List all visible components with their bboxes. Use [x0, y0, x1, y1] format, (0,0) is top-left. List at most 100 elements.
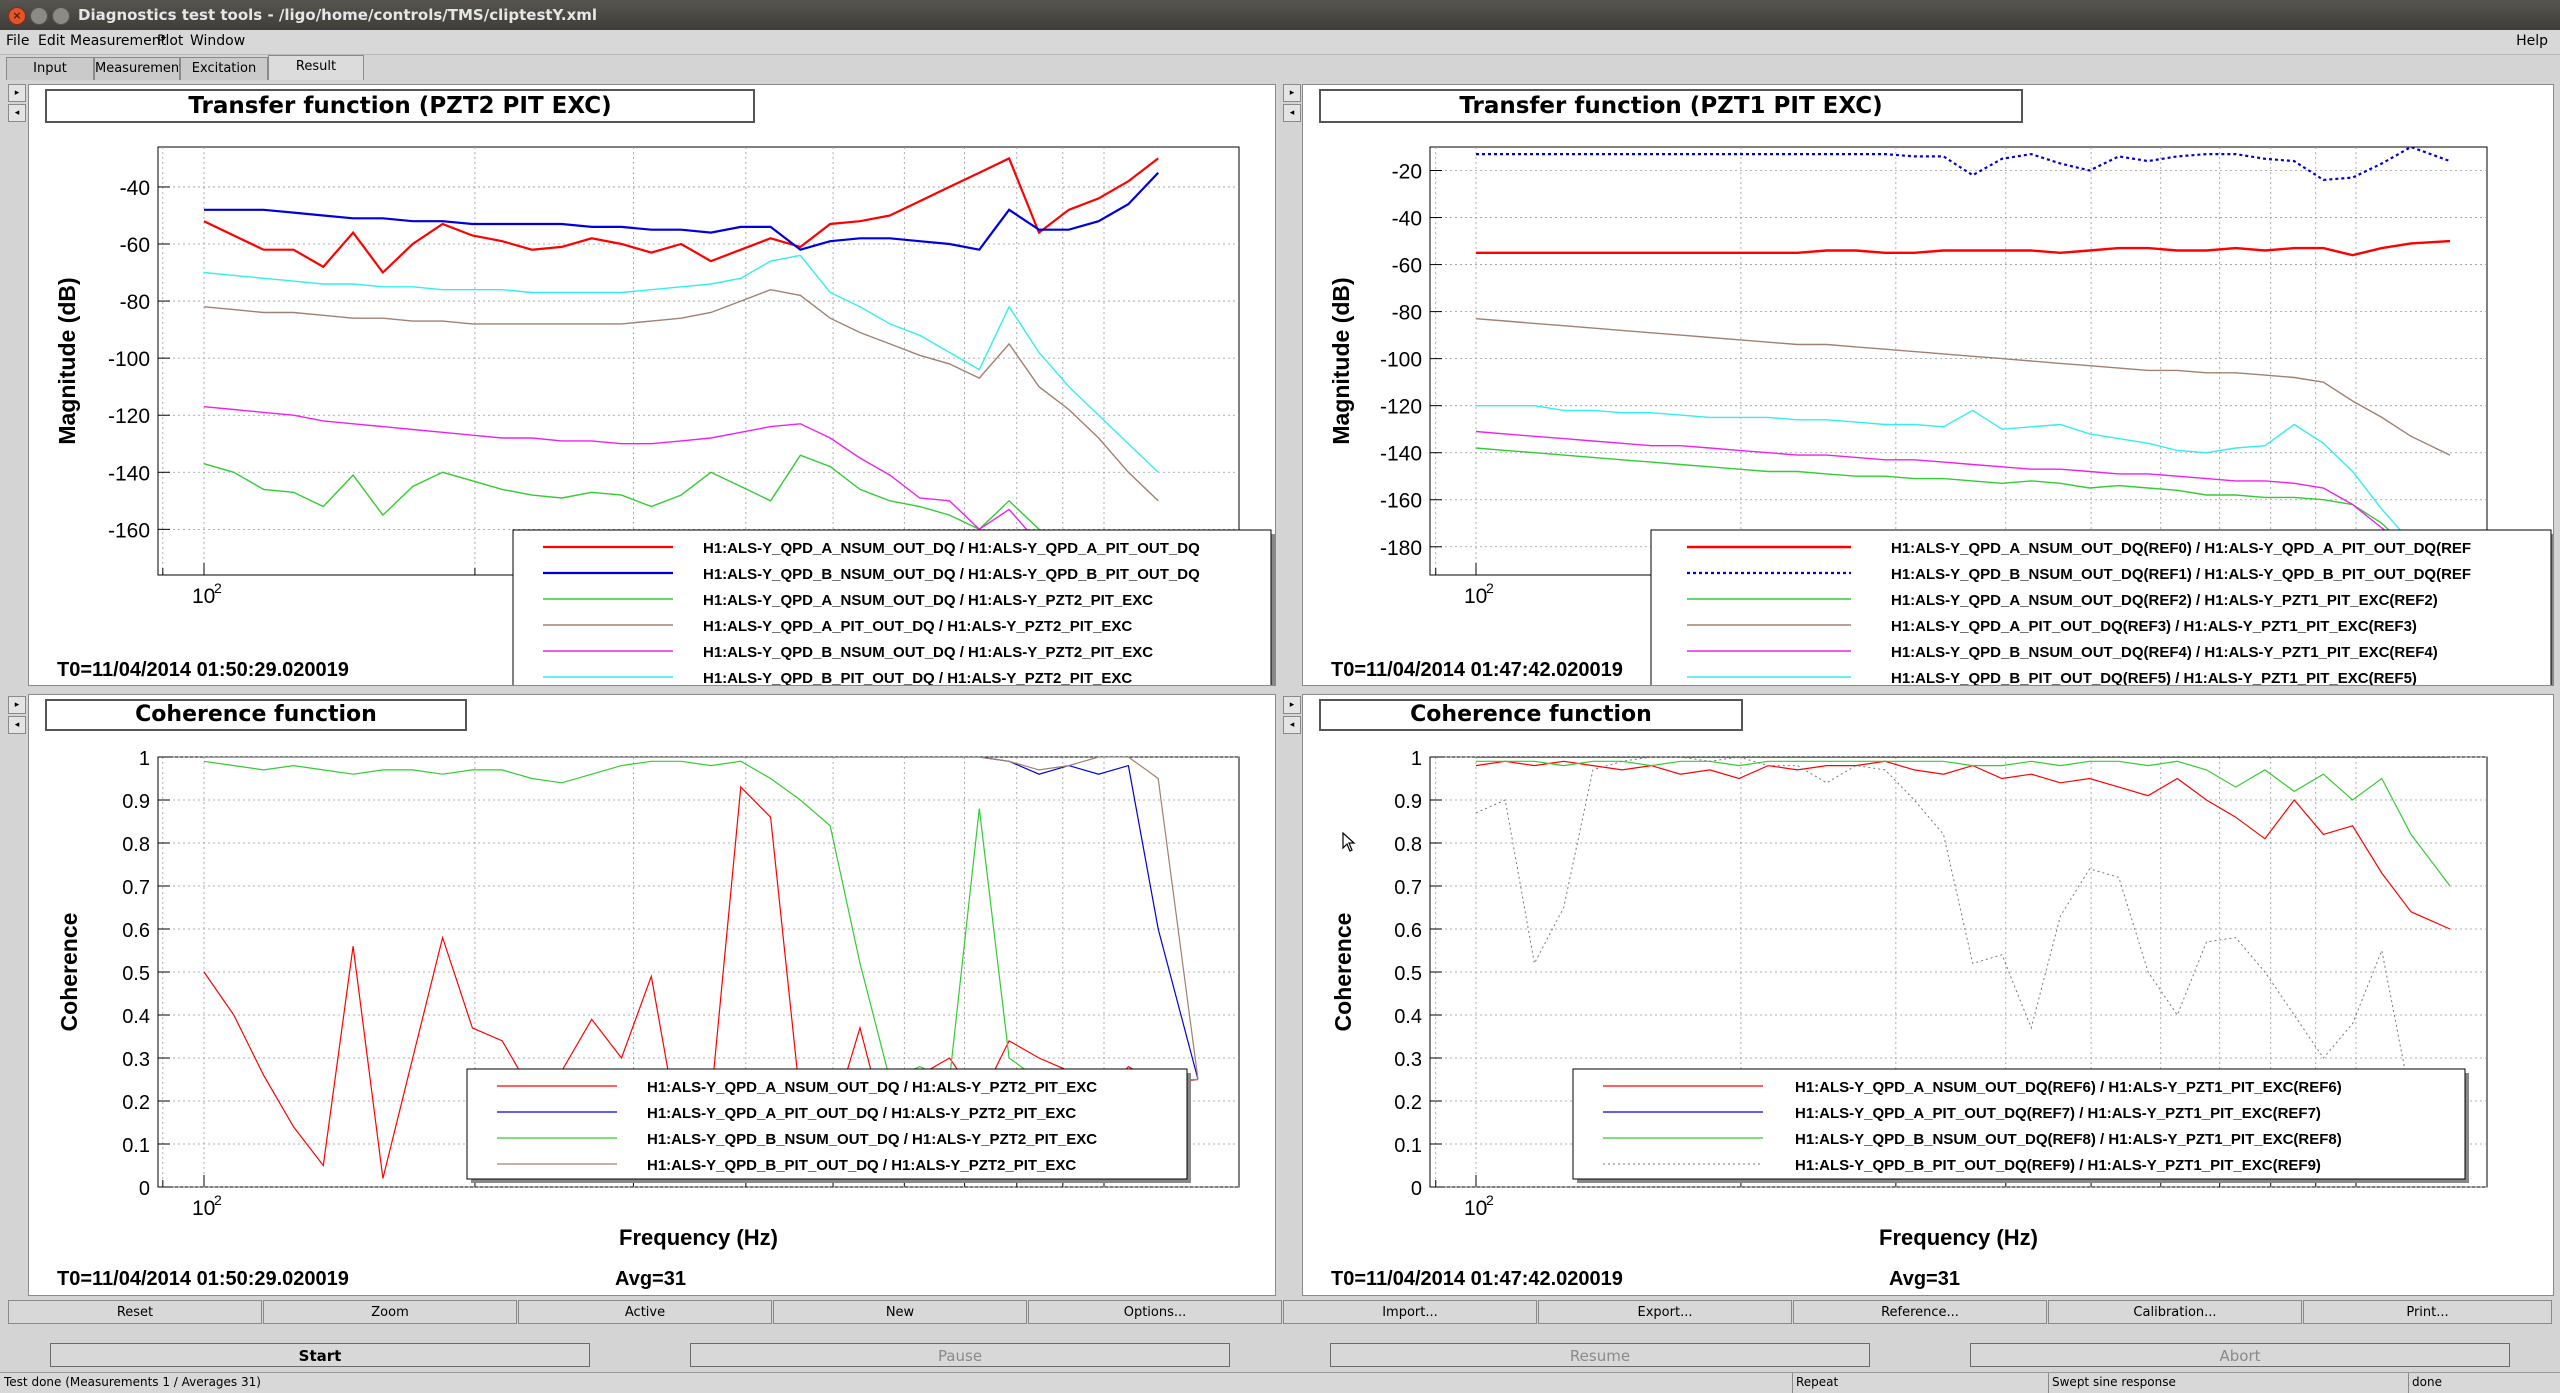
- menu-plot[interactable]: Plot: [157, 33, 183, 49]
- y-tick-label: -140: [1380, 443, 1422, 466]
- zoom-button[interactable]: Zoom: [263, 1300, 517, 1324]
- y-tick-label: 0.9: [122, 791, 150, 813]
- y-tick-label: 0.3: [1394, 1049, 1422, 1071]
- legend-entry: H1:ALS-Y_QPD_B_PIT_OUT_DQ / H1:ALS-Y_PZT…: [703, 670, 1132, 685]
- new-button[interactable]: New: [773, 1300, 1027, 1324]
- pad-scroll-left-icon[interactable]: ◂: [1283, 104, 1301, 122]
- pad-scroll-left-icon[interactable]: ◂: [8, 104, 26, 122]
- legend-entry: H1:ALS-Y_QPD_B_NSUM_OUT_DQ(REF1) / H1:AL…: [1891, 566, 2471, 583]
- plot-pad-arrows-br: ▸ ◂: [1283, 696, 1301, 736]
- t0-label: T0=11/04/2014 01:47:42.020019: [1331, 659, 1623, 681]
- y-tick-label: 0.1: [122, 1135, 150, 1157]
- plot-frame: [157, 146, 1240, 576]
- pad-scroll-right-icon[interactable]: ▸: [1283, 84, 1301, 102]
- transfer-function-pzt2-panel[interactable]: Transfer function (PZT2 PIT EXC) -40 -60-…: [28, 84, 1276, 686]
- y-axis-label: Coherence: [56, 913, 82, 1032]
- pad-scroll-left-icon[interactable]: ◂: [1283, 716, 1301, 734]
- menu-measurement[interactable]: Measurement: [70, 33, 166, 49]
- y-tick-label: 0.8: [122, 834, 150, 856]
- legend-entry: H1:ALS-Y_QPD_B_NSUM_OUT_DQ / H1:ALS-Y_PZ…: [703, 644, 1153, 661]
- legend-entry: H1:ALS-Y_QPD_A_PIT_OUT_DQ(REF7) / H1:ALS…: [1795, 1105, 2321, 1122]
- y-tick-label: -180: [1380, 537, 1422, 560]
- y-tick-label: -160: [108, 519, 150, 542]
- status-divider: [1792, 1373, 1793, 1393]
- plot-pad-arrows-bl: ▸ ◂: [8, 696, 26, 736]
- y-tick-label: 0: [139, 1178, 150, 1200]
- legend-entry: H1:ALS-Y_QPD_B_NSUM_OUT_DQ(REF8) / H1:AL…: [1795, 1131, 2342, 1148]
- options-button[interactable]: Options...: [1028, 1300, 1282, 1324]
- t0-label: T0=11/04/2014 01:50:29.020019: [57, 1268, 349, 1290]
- legend-entry: H1:ALS-Y_QPD_A_PIT_OUT_DQ(REF3) / H1:ALS…: [1891, 618, 2417, 635]
- transfer-function-pzt1-panel[interactable]: Transfer function (PZT1 PIT EXC) -20 -40-…: [1302, 84, 2554, 686]
- y-tick-label: -40: [1392, 208, 1422, 231]
- pause-button[interactable]: Pause: [690, 1343, 1230, 1367]
- tab-measurement[interactable]: Measurement: [94, 57, 184, 80]
- reference-button[interactable]: Reference...: [1793, 1300, 2047, 1324]
- y-tick-label: -100: [1380, 349, 1422, 372]
- y-tick-label: -160: [1380, 490, 1422, 513]
- avg-label: Avg=31: [1889, 1268, 1960, 1290]
- pad-scroll-right-icon[interactable]: ▸: [8, 696, 26, 714]
- minimize-window-icon[interactable]: [30, 7, 48, 25]
- menu-help[interactable]: Help: [2516, 33, 2548, 49]
- y-tick-label: -60: [1392, 255, 1422, 278]
- legend-entry: H1:ALS-Y_QPD_B_PIT_OUT_DQ / H1:ALS-Y_PZT…: [647, 1157, 1076, 1174]
- reset-button[interactable]: Reset: [8, 1300, 262, 1324]
- x-tick-label: 10: [1464, 585, 1487, 608]
- window-title: Diagnostics test tools - /ligo/home/cont…: [78, 6, 598, 24]
- print-button[interactable]: Print...: [2303, 1300, 2552, 1324]
- pad-scroll-right-icon[interactable]: ▸: [8, 84, 26, 102]
- tab-bar: Input Measurement Excitation Result: [0, 55, 2560, 81]
- x-tick-label: 10: [192, 1197, 215, 1220]
- import-button[interactable]: Import...: [1283, 1300, 1537, 1324]
- active-button[interactable]: Active: [518, 1300, 772, 1324]
- y-tick-label: 0.9: [1394, 791, 1422, 813]
- y-tick-label: 0.2: [122, 1092, 150, 1114]
- start-button[interactable]: Start: [50, 1343, 590, 1367]
- y-tick-label: 0.4: [1394, 1006, 1422, 1028]
- maximize-window-icon[interactable]: [52, 7, 70, 25]
- legend-entry: H1:ALS-Y_QPD_A_PIT_OUT_DQ / H1:ALS-Y_PZT…: [647, 1105, 1076, 1122]
- y-tick-label: 0.4: [122, 1006, 150, 1028]
- tab-excitation[interactable]: Excitation: [180, 57, 268, 80]
- pad-scroll-right-icon[interactable]: ▸: [1283, 696, 1301, 714]
- coherence-pzt2-panel[interactable]: Coherence function 1 0.9 0.8 0.7 0.6 0.5 0.4 0.…: [28, 694, 1276, 1296]
- calibration-button[interactable]: Calibration...: [2048, 1300, 2302, 1324]
- resume-button[interactable]: Resume: [1330, 1343, 1870, 1367]
- status-state: done: [2412, 1375, 2442, 1389]
- y-tick-label: 0: [1411, 1178, 1422, 1200]
- close-window-icon[interactable]: ×: [8, 7, 26, 25]
- t0-label: T0=11/04/2014 01:50:29.020019: [57, 659, 349, 681]
- magnitude-plot[interactable]: -40 -60 -80 -100 -120 -140 -160 102 Magnitude (d…: [29, 85, 1275, 685]
- coherence-pzt1-panel[interactable]: Coherence function 1 0.9 0.8 0.7 0.6 0.5 0.4 0.…: [1302, 694, 2554, 1296]
- legend-entry: H1:ALS-Y_QPD_B_PIT_OUT_DQ(REF9) / H1:ALS…: [1795, 1157, 2321, 1174]
- y-tick-label: -120: [1380, 396, 1422, 419]
- magnitude-plot[interactable]: -20 -40 -60 -80 -100 -120 -140 -160 -180 102 Magni…: [1303, 85, 2553, 685]
- legend-entry: H1:ALS-Y_QPD_A_NSUM_OUT_DQ(REF6) / H1:AL…: [1795, 1079, 2342, 1096]
- tab-result[interactable]: Result: [268, 55, 364, 80]
- menu-window[interactable]: Window: [190, 33, 245, 49]
- y-tick-label: 1: [139, 748, 150, 770]
- coherence-plot[interactable]: 10.90.80.70.60.50.40.30.20.10102Coherenc…: [1303, 695, 2553, 1295]
- y-tick-label: -80: [120, 291, 150, 314]
- legend-entry: H1:ALS-Y_QPD_A_NSUM_OUT_DQ(REF0) / H1:AL…: [1891, 540, 2471, 557]
- pad-scroll-left-icon[interactable]: ◂: [8, 716, 26, 734]
- coherence-plot[interactable]: 10.90.80.70.60.50.40.30.20.10102Coherenc…: [29, 695, 1275, 1295]
- status-divider: [2408, 1373, 2409, 1393]
- menu-file[interactable]: File: [6, 33, 29, 49]
- menu-edit[interactable]: Edit: [38, 33, 65, 49]
- legend-entry: H1:ALS-Y_QPD_A_NSUM_OUT_DQ / H1:ALS-Y_PZ…: [647, 1079, 1097, 1096]
- y-tick-label: -80: [1392, 302, 1422, 325]
- y-tick-label: 1: [1411, 748, 1422, 770]
- export-button[interactable]: Export...: [1538, 1300, 1792, 1324]
- y-tick-label: 0.3: [122, 1049, 150, 1071]
- abort-button[interactable]: Abort: [1970, 1343, 2510, 1367]
- x-axis-label: Frequency (Hz): [619, 1225, 778, 1250]
- legend-entry: H1:ALS-Y_QPD_A_NSUM_OUT_DQ / H1:ALS-Y_QP…: [703, 540, 1200, 557]
- tab-input[interactable]: Input: [6, 57, 94, 80]
- plot-frame: [1429, 146, 2488, 576]
- y-tick-label: 0.7: [122, 877, 150, 899]
- status-message: Test done (Measurements 1 / Averages 31): [4, 1375, 261, 1389]
- y-tick-label: -140: [108, 462, 150, 485]
- legend-entry: H1:ALS-Y_QPD_A_NSUM_OUT_DQ(REF2) / H1:AL…: [1891, 592, 2438, 609]
